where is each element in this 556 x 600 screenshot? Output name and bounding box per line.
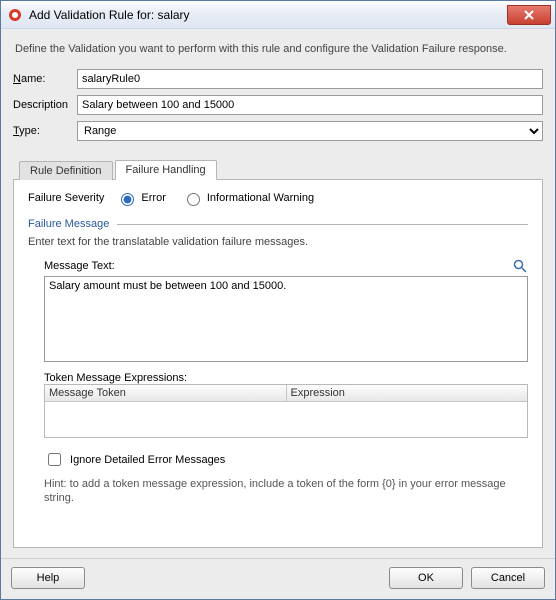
description-label: Description [13, 99, 77, 111]
dialog-window: Add Validation Rule for: salary Define t… [0, 0, 556, 600]
titlebar: Add Validation Rule for: salary [1, 1, 555, 29]
severity-label: Failure Severity [28, 192, 104, 204]
name-input[interactable] [77, 69, 543, 89]
token-expressions-label: Token Message Expressions: [44, 372, 528, 384]
message-text-label: Message Text: [44, 260, 512, 272]
token-col-message-token: Message Token [45, 385, 287, 401]
description-row: Description [13, 95, 543, 115]
help-button[interactable]: Help [11, 567, 85, 589]
severity-error-option[interactable]: Error [116, 190, 165, 206]
description-input[interactable] [77, 95, 543, 115]
token-expressions-table[interactable]: Message Token Expression [44, 384, 528, 438]
ignore-detailed-errors-row[interactable]: Ignore Detailed Error Messages [44, 450, 528, 469]
severity-warning-option[interactable]: Informational Warning [182, 190, 314, 206]
search-icon[interactable] [512, 258, 528, 274]
close-button[interactable] [507, 5, 551, 25]
hint-text: Hint: to add a token message expression,… [44, 477, 528, 506]
ok-button[interactable]: OK [389, 567, 463, 589]
instruction-text: Define the Validation you want to perfor… [15, 43, 543, 55]
tab-failure-handling[interactable]: Failure Handling [115, 160, 217, 180]
severity-error-radio[interactable] [121, 193, 134, 206]
name-label: Name: [13, 73, 77, 85]
failure-message-body: Message Text: Salary amount must be betw… [44, 258, 528, 539]
failure-message-subtext: Enter text for the translatable validati… [28, 236, 528, 248]
type-row: Type: Range [13, 121, 543, 141]
tab-rule-definition[interactable]: Rule Definition [19, 161, 113, 180]
failure-handling-panel: Failure Severity Error Informational War… [13, 180, 543, 548]
divider [117, 224, 528, 225]
type-label: Type: [13, 125, 77, 137]
dialog-content: Define the Validation you want to perfor… [1, 29, 555, 558]
severity-row: Failure Severity Error Informational War… [28, 190, 528, 206]
name-row: Name: [13, 69, 543, 89]
tab-strip: Rule Definition Failure Handling [13, 159, 543, 180]
ignore-detailed-errors-checkbox[interactable] [48, 453, 61, 466]
dialog-title: Add Validation Rule for: salary [29, 8, 507, 22]
token-col-expression: Expression [287, 385, 528, 401]
message-text-header: Message Text: [44, 258, 528, 274]
app-icon [7, 7, 23, 23]
dialog-footer: Help OK Cancel [1, 558, 555, 599]
token-table-header: Message Token Expression [45, 385, 527, 402]
cancel-button[interactable]: Cancel [471, 567, 545, 589]
message-text-input[interactable]: Salary amount must be between 100 and 15… [44, 276, 528, 362]
severity-warning-radio[interactable] [187, 193, 200, 206]
close-icon [524, 10, 534, 20]
failure-message-header: Failure Message [28, 218, 528, 230]
type-select[interactable]: Range [77, 121, 543, 141]
